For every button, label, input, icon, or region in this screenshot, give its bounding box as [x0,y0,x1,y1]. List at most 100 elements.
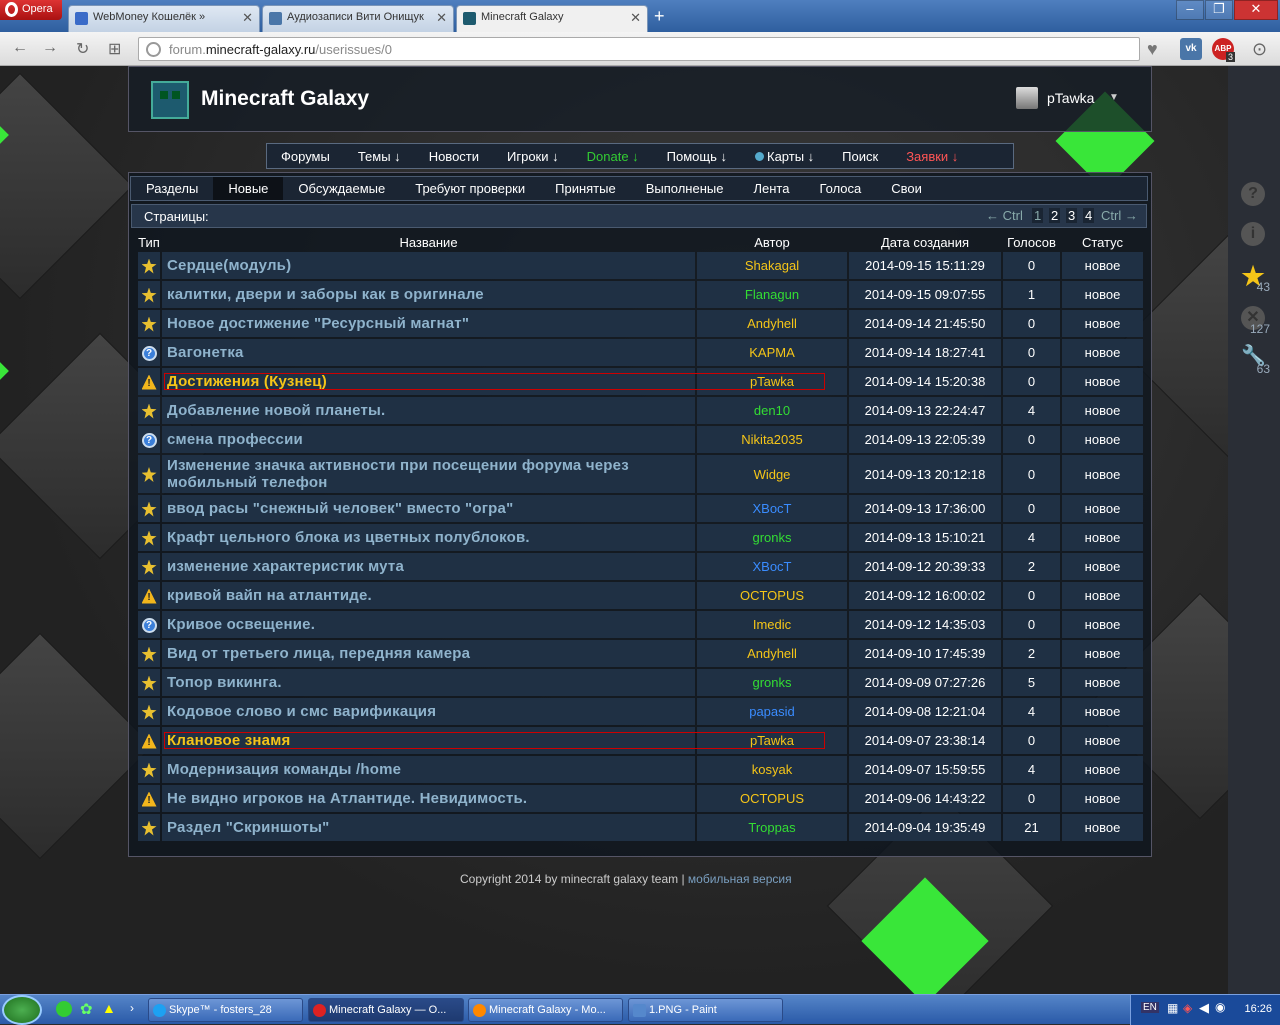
author-link[interactable]: pTawka [697,727,847,754]
subnav-need-review[interactable]: Требуют проверки [400,177,540,200]
author-link[interactable]: Troppas [697,814,847,841]
new-tab-button[interactable]: + [654,6,665,27]
next-page-link[interactable]: Ctrl → [1101,208,1138,223]
issue-title-link[interactable]: кривой вайп на атлантиде. [162,582,695,609]
issue-title-link[interactable]: Вид от третьего лица, передняя камера [162,640,695,667]
tab-minecraft-galaxy[interactable]: Minecraft Galaxy ✕ [456,5,648,32]
utorrent-icon[interactable] [56,1001,72,1017]
issue-title-link[interactable]: ввод расы "снежный человек" вместо "огра… [162,495,695,522]
taskbar-item-paint[interactable]: 1.PNG - Paint [628,998,783,1022]
author-link[interactable]: XBocT [697,553,847,580]
back-icon[interactable]: ← [12,39,28,57]
nav-topics[interactable]: Темы ↓ [344,149,415,164]
author-link[interactable]: pTawka [697,368,847,395]
author-link[interactable]: kosyak [697,756,847,783]
issue-title-link[interactable]: Кодовое слово и смс варификация [162,698,695,725]
author-link[interactable]: Nikita2035 [697,426,847,453]
close-tab-icon[interactable]: ✕ [242,10,253,26]
network-icon[interactable]: ▦ [1167,1001,1178,1015]
start-button[interactable] [2,995,42,1025]
vk-extension-icon[interactable]: vk [1180,38,1202,60]
issue-title-link[interactable]: Вагонетка [162,339,695,366]
author-link[interactable]: Andyhell [697,310,847,337]
maximize-button[interactable]: ❐ [1205,0,1233,20]
issue-title-link[interactable]: Добавление новой планеты. [162,397,695,424]
volume-icon[interactable]: ◀ [1199,1000,1209,1016]
issue-title-link[interactable]: смена профессии [162,426,695,453]
issue-title-link[interactable]: Модернизация команды /home [162,756,695,783]
issue-title-link[interactable]: Кривое освещение. [162,611,695,638]
security-icon[interactable]: ◈ [1183,1001,1192,1015]
nav-news[interactable]: Новости [415,149,493,164]
quicklaunch-icon[interactable]: ▲ [102,1000,116,1016]
nav-requests[interactable]: Заявки ↓ [892,149,972,164]
subnav-mine[interactable]: Свои [876,177,937,200]
author-link[interactable]: KAPMA [697,339,847,366]
page-link-1[interactable]: 1 [1032,208,1044,223]
author-link[interactable]: OCTOPUS [697,582,847,609]
speed-dial-icon[interactable]: ⊞ [108,39,121,59]
username[interactable]: pTawka [1047,90,1094,106]
author-link[interactable]: Widge [697,455,847,493]
page-link-4[interactable]: 4 [1083,208,1095,223]
reload-icon[interactable]: ↻ [76,39,89,59]
nav-donate[interactable]: Donate ↓ [573,149,653,164]
issue-title-link[interactable]: Сердце(модуль) [162,252,695,279]
nav-maps[interactable]: Карты ↓ [741,149,828,164]
issue-title-link[interactable]: Достижения (Кузнец) [162,368,695,395]
author-link[interactable]: gronks [697,524,847,551]
opera-menu-button[interactable]: Opera [0,0,62,20]
address-field[interactable]: forum.minecraft-galaxy.ru/userissues/0 [138,37,1140,61]
tab-webmoney[interactable]: WebMoney Кошелёк » ✕ [68,5,260,32]
page-link-2[interactable]: 2 [1049,208,1061,223]
icq-icon[interactable]: ✿ [80,1000,93,1018]
subnav-discussed[interactable]: Обсуждаемые [283,177,400,200]
issue-title-link[interactable]: Изменение значка активности при посещени… [162,455,695,493]
issue-title-link[interactable]: Топор викинга. [162,669,695,696]
page-link-3[interactable]: 3 [1066,208,1078,223]
prev-page-link[interactable]: ← Ctrl [986,208,1023,223]
taskbar-item-firefox[interactable]: Minecraft Galaxy - Mo... [468,998,623,1022]
nav-search[interactable]: Поиск [828,149,892,164]
mobile-version-link[interactable]: мобильная версия [688,872,792,886]
issue-title-link[interactable]: Раздел "Скриншоты" [162,814,695,841]
author-link[interactable]: Shakagal [697,252,847,279]
downloads-icon[interactable]: ⊙ [1252,39,1267,60]
nav-help[interactable]: Помощь ↓ [653,149,741,164]
subnav-accepted[interactable]: Принятые [540,177,631,200]
author-link[interactable]: XBocT [697,495,847,522]
nav-forums[interactable]: Форумы [267,149,344,164]
creeper-logo-icon[interactable] [151,81,189,119]
bookmark-heart-icon[interactable]: ♥ [1147,39,1158,60]
avatar[interactable] [1016,87,1038,109]
author-link[interactable]: Flanagun [697,281,847,308]
subnav-votes[interactable]: Голоса [804,177,876,200]
author-link[interactable]: papasid [697,698,847,725]
subnav-new[interactable]: Новые [213,177,284,200]
author-link[interactable]: Andyhell [697,640,847,667]
tray-icon[interactable]: ◉ [1215,1000,1225,1014]
author-link[interactable]: OCTOPUS [697,785,847,812]
subnav-sections[interactable]: Разделы [131,177,213,200]
taskbar-item-opera[interactable]: Minecraft Galaxy — O... [308,998,464,1022]
subnav-done[interactable]: Выполненые [631,177,739,200]
issue-title-link[interactable]: калитки, двери и заборы как в оригинале [162,281,695,308]
issue-title-link[interactable]: Крафт цельного блока из цветных полублок… [162,524,695,551]
info-icon[interactable]: i [1241,222,1265,246]
close-tab-icon[interactable]: ✕ [630,10,641,26]
author-link[interactable]: den10 [697,397,847,424]
forward-icon[interactable]: → [42,39,58,57]
issue-title-link[interactable]: Не видно игроков на Атлантиде. Невидимос… [162,785,695,812]
help-icon[interactable]: ? [1241,182,1265,206]
tab-vk-audio[interactable]: Аудиозаписи Вити Онищук ✕ [262,5,454,32]
minimize-button[interactable]: – [1176,0,1204,20]
issue-title-link[interactable]: изменение характеристик мута [162,553,695,580]
quicklaunch-more-icon[interactable]: › [130,1001,134,1015]
issue-title-link[interactable]: Новое достижение "Ресурсный магнат" [162,310,695,337]
site-title[interactable]: Minecraft Galaxy [201,87,369,111]
taskbar-item-skype[interactable]: Skype™ - fosters_28 [148,998,303,1022]
user-dropdown-icon[interactable]: ▼ [1109,92,1119,103]
language-indicator[interactable]: EN [1141,1002,1159,1013]
close-tab-icon[interactable]: ✕ [436,10,447,26]
subnav-feed[interactable]: Лента [738,177,804,200]
